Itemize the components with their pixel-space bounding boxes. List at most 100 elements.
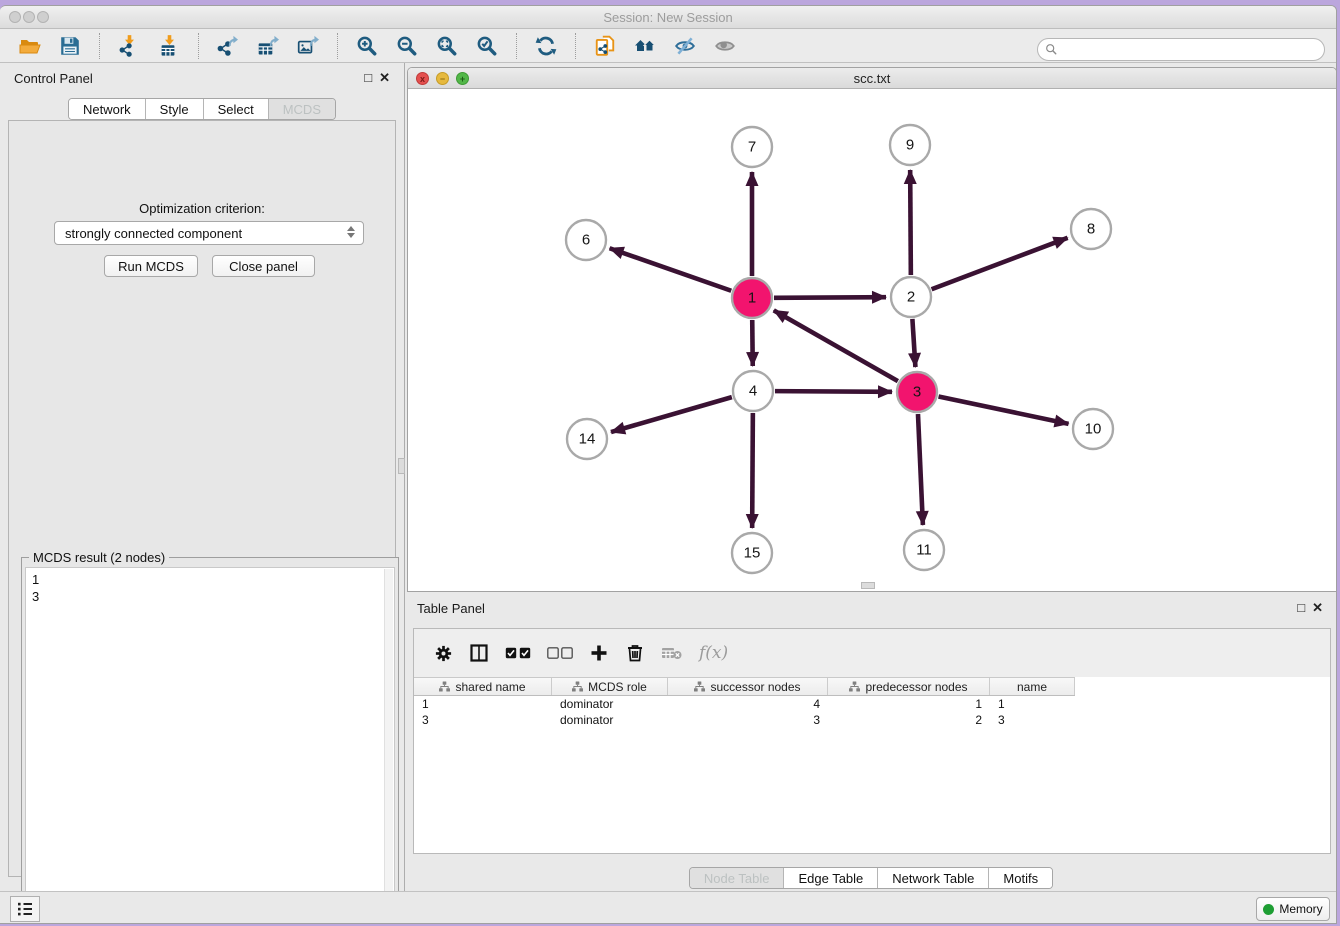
column-header-shared-name[interactable]: shared name [414,678,552,695]
control-panel-title: Control Panel [14,71,93,86]
tab-style[interactable]: Style [146,99,204,119]
eye-slash-icon [674,35,696,57]
mcds-result-groupbox: MCDS result (2 nodes) 1 3 [21,557,399,924]
graph-edge-4-15[interactable] [752,413,753,528]
hierarchy-icon [694,681,705,692]
first-neighbors-button[interactable] [630,32,660,60]
horizontal-splitter-handle[interactable] [861,582,875,589]
float-panel-icon[interactable]: □ [364,71,372,84]
status-bar: Memory [0,891,1336,924]
graph-node-3[interactable]: 3 [897,372,937,412]
export-image-icon [297,35,319,57]
duplicate-network-button[interactable] [590,32,620,60]
tab-node-table[interactable]: Node Table [690,868,785,888]
close-panel-icon[interactable]: ✕ [379,71,390,84]
title-bar: Session: New Session [0,6,1336,29]
column-header-successor-nodes[interactable]: successor nodes [668,678,828,695]
column-header-name[interactable]: name [990,678,1075,695]
zoom-selected-icon [476,35,498,57]
graph-node-7[interactable]: 7 [732,127,772,167]
search-field[interactable] [1037,38,1325,61]
trash-icon [625,643,645,663]
table-row[interactable]: 3 dominator 3 2 3 [414,712,1330,728]
graph-node-15[interactable]: 15 [732,533,772,573]
toolbar-separator [516,33,517,59]
export-image-button[interactable] [293,32,323,60]
column-header-mcds-role[interactable]: MCDS role [552,678,668,695]
graph-edge-3-11[interactable] [918,414,923,525]
graph-node-1[interactable]: 1 [732,278,772,318]
vertical-splitter-handle[interactable] [398,458,405,474]
show-all-button[interactable] [710,32,740,60]
cell-shared-name: 3 [414,713,552,727]
import-network-button[interactable] [114,32,144,60]
column-visibility-button[interactable] [469,638,489,668]
delete-column-button[interactable] [625,638,645,668]
open-folder-icon [19,35,41,57]
graph-node-10[interactable]: 10 [1073,409,1113,449]
tab-edge-table[interactable]: Edge Table [784,868,878,888]
tab-mcds[interactable]: MCDS [269,99,335,119]
checked-boxes-icon [505,647,531,659]
graph-edge-4-3[interactable] [775,391,892,392]
export-table-button[interactable] [253,32,283,60]
tab-motifs[interactable]: Motifs [989,868,1052,888]
toolbar-separator [337,33,338,59]
graph-node-2[interactable]: 2 [891,277,931,317]
table-panel-tabs: Node Table Edge Table Network Table Moti… [405,867,1337,889]
zoom-out-button[interactable] [392,32,422,60]
close-panel-button[interactable]: Close panel [212,255,315,277]
open-session-button[interactable] [15,32,45,60]
close-panel-icon[interactable]: ✕ [1312,601,1323,614]
graph-edge-4-14[interactable] [611,397,732,432]
graph-edge-2-9[interactable] [910,170,911,275]
select-all-rows-button[interactable] [505,638,531,668]
column-header-predecessor-nodes[interactable]: predecessor nodes [828,678,990,695]
graph-edge-3-1[interactable] [774,310,898,381]
graph-node-label: 9 [906,137,914,154]
result-scrollbar[interactable] [384,569,393,924]
network-window-titlebar: x − + scc.txt [408,68,1336,89]
search-input[interactable] [1062,43,1312,57]
delete-table-button [661,638,683,668]
zoom-selected-button[interactable] [472,32,502,60]
mcds-result-legend: MCDS result (2 nodes) [29,550,169,565]
graph-edge-2-3[interactable] [912,319,915,367]
graph-node-11[interactable]: 11 [904,530,944,570]
hide-selected-button[interactable] [670,32,700,60]
apply-layout-button[interactable] [531,32,561,60]
table-row[interactable]: 1 dominator 4 1 1 [414,696,1330,712]
memory-status-dot-icon [1263,904,1274,915]
import-table-button[interactable] [154,32,184,60]
save-session-button[interactable] [55,32,85,60]
memory-button[interactable]: Memory [1256,897,1330,921]
tab-select[interactable]: Select [204,99,269,119]
graph-node-8[interactable]: 8 [1071,209,1111,249]
graph-node-label: 3 [913,384,921,401]
add-column-button[interactable] [589,638,609,668]
float-panel-icon[interactable]: □ [1297,601,1305,614]
run-mcds-button[interactable]: Run MCDS [104,255,198,277]
zoom-out-icon [396,35,418,57]
table-settings-button[interactable] [434,638,453,668]
graph-edge-1-6[interactable] [610,248,732,290]
graph-node-14[interactable]: 14 [567,419,607,459]
graph-edge-2-8[interactable] [932,238,1068,289]
dropdown-stepper-icon [347,226,355,238]
result-line: 1 [32,571,388,588]
export-network-button[interactable] [213,32,243,60]
zoom-in-button[interactable] [352,32,382,60]
graph-node-6[interactable]: 6 [566,220,606,260]
criterion-dropdown[interactable]: strongly connected component [54,221,364,245]
graph-node-4[interactable]: 4 [733,371,773,411]
network-canvas[interactable]: 1 2 3 4 6 7 8 9 10 11 14 15 [409,89,1337,591]
zoom-fit-button[interactable] [432,32,462,60]
graph-node-9[interactable]: 9 [890,125,930,165]
task-history-button[interactable] [10,896,40,922]
graph-edge-1-2[interactable] [774,297,886,298]
graph-edge-3-10[interactable] [939,397,1069,424]
tab-network-table[interactable]: Network Table [878,868,989,888]
tab-network[interactable]: Network [69,99,146,119]
deselect-all-rows-button[interactable] [547,638,573,668]
mcds-result-textarea[interactable]: 1 3 [25,567,395,924]
